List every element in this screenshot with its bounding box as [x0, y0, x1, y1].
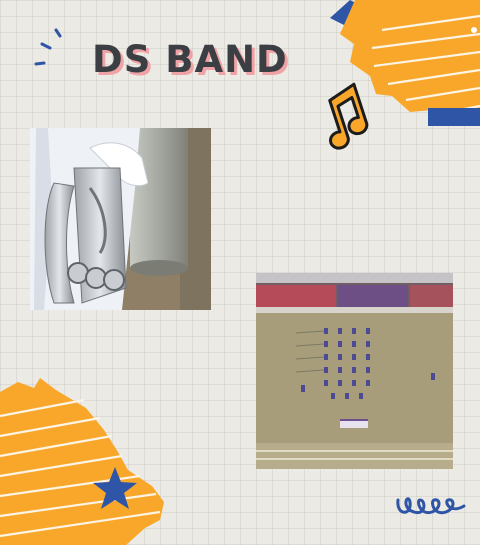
music-note-icon [328, 82, 369, 150]
orange-blob-bottom-left [0, 378, 164, 545]
star-icon [93, 467, 137, 509]
euphonium-player-photo [30, 128, 211, 310]
poster-title: DS BAND [92, 38, 288, 81]
squiggle-icon [396, 497, 466, 515]
sparkle-lines-icon [34, 28, 62, 66]
marching-band-formation-photo [256, 273, 453, 469]
poster-canvas: DS BAND [0, 0, 480, 545]
